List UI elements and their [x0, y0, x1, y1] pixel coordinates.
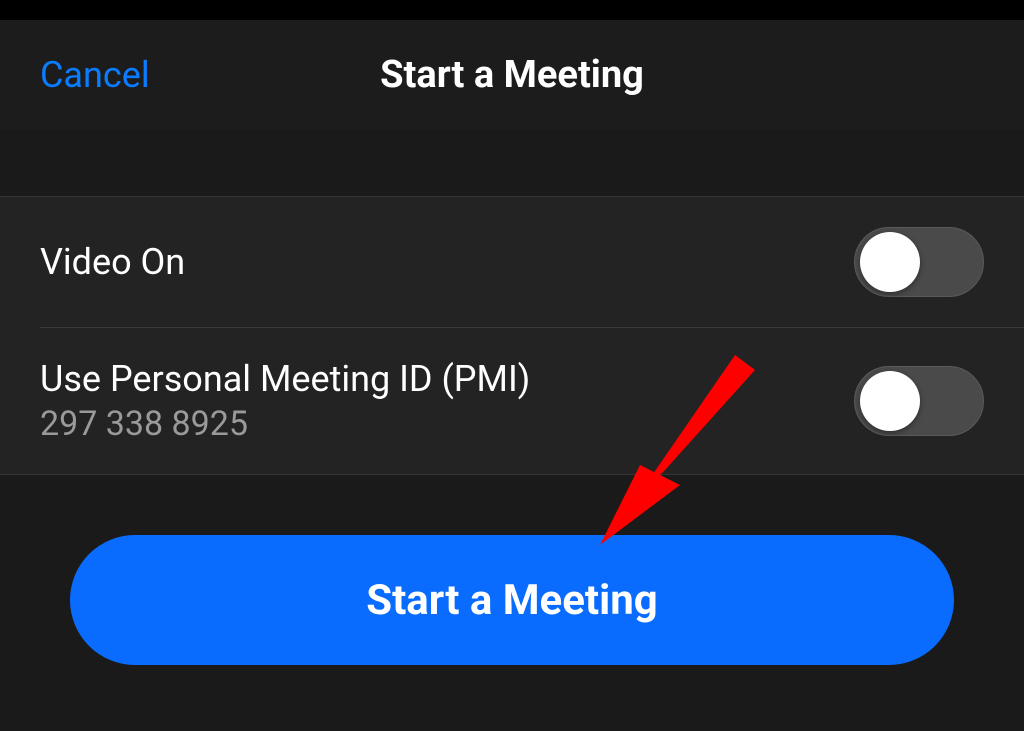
- toggle-knob: [860, 371, 920, 431]
- button-area: Start a Meeting: [0, 475, 1024, 665]
- video-on-toggle[interactable]: [854, 227, 984, 297]
- pmi-row: Use Personal Meeting ID (PMI) 297 338 89…: [40, 327, 1024, 474]
- start-meeting-button[interactable]: Start a Meeting: [70, 535, 954, 665]
- pmi-toggle[interactable]: [854, 366, 984, 436]
- spacer: [0, 130, 1024, 196]
- pmi-label: Use Personal Meeting ID (PMI): [40, 358, 530, 400]
- video-on-row: Video On: [0, 197, 1024, 327]
- cancel-button[interactable]: Cancel: [40, 54, 150, 96]
- header: Cancel Start a Meeting: [0, 20, 1024, 130]
- settings-list: Video On Use Personal Meeting ID (PMI) 2…: [0, 196, 1024, 475]
- video-on-label: Video On: [40, 241, 185, 283]
- page-title: Start a Meeting: [380, 53, 644, 97]
- pmi-value: 297 338 8925: [40, 404, 530, 444]
- toggle-knob: [860, 232, 920, 292]
- status-bar: [0, 0, 1024, 20]
